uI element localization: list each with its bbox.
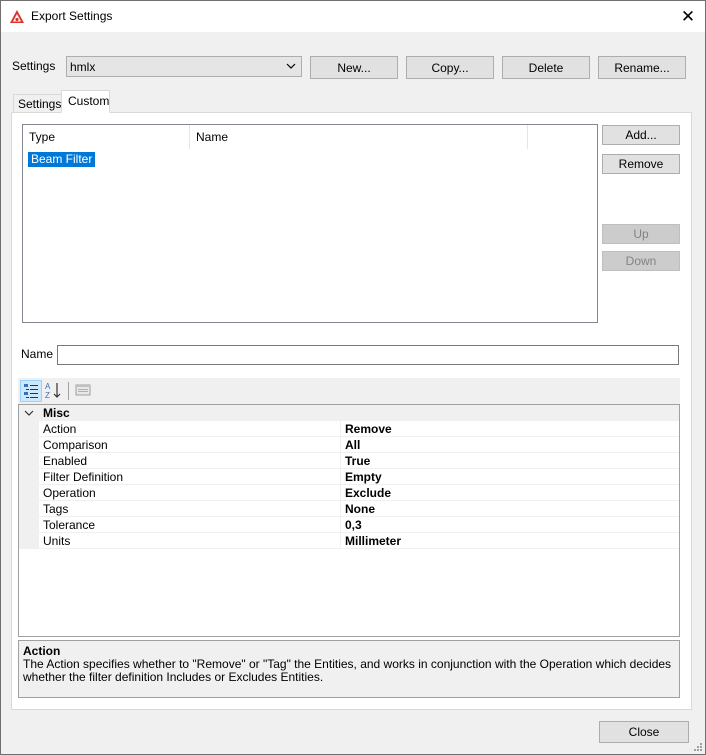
column-header-type[interactable]: Type xyxy=(23,125,190,149)
property-value[interactable]: Exclude xyxy=(345,486,391,500)
property-value[interactable]: All xyxy=(345,438,360,452)
property-grid: Misc Action Remove Comparison All Enable… xyxy=(18,404,680,637)
chevron-down-icon[interactable] xyxy=(23,407,35,419)
name-input[interactable] xyxy=(57,345,679,365)
svg-text:Z: Z xyxy=(45,391,50,400)
settings-selected-value: hmlx xyxy=(70,60,96,74)
property-row-units[interactable]: Units Millimeter xyxy=(19,533,679,549)
rename-button[interactable]: Rename... xyxy=(598,56,686,79)
name-label: Name xyxy=(21,347,54,361)
property-row-comparison[interactable]: Comparison All xyxy=(19,437,679,453)
delete-button[interactable]: Delete xyxy=(502,56,590,79)
property-description-pane: Action The Action specifies whether to "… xyxy=(18,640,680,698)
chevron-down-icon xyxy=(286,63,296,69)
category-row-misc[interactable]: Misc xyxy=(19,405,679,421)
property-name: Filter Definition xyxy=(43,470,124,484)
list-item-type: Beam Filter xyxy=(31,152,93,166)
property-name: Enabled xyxy=(43,454,88,468)
property-name: Action xyxy=(43,422,77,436)
category-label: Misc xyxy=(43,406,70,420)
property-name: Operation xyxy=(43,486,96,500)
property-pages-icon xyxy=(75,384,91,396)
property-value[interactable]: None xyxy=(345,502,375,516)
add-button[interactable]: Add... xyxy=(602,125,680,145)
close-window-button[interactable]: ✕ xyxy=(671,1,705,32)
alphabetical-sort-button[interactable]: A Z xyxy=(43,380,65,402)
list-item[interactable]: Beam Filter xyxy=(28,152,96,167)
new-button[interactable]: New... xyxy=(310,56,398,79)
property-value[interactable]: True xyxy=(345,454,370,468)
settings-dropdown[interactable]: hmlx xyxy=(66,56,302,77)
export-settings-window: Export Settings ✕ Settings hmlx New... C… xyxy=(0,0,706,755)
window-title: Export Settings xyxy=(31,9,113,23)
column-header-name[interactable]: Name xyxy=(190,125,528,149)
property-value[interactable]: Millimeter xyxy=(345,534,401,548)
svg-text:A: A xyxy=(45,382,51,391)
property-row-filter-definition[interactable]: Filter Definition Empty xyxy=(19,469,679,485)
app-logo-icon xyxy=(10,10,24,23)
alphabetical-sort-icon: A Z xyxy=(45,382,61,400)
property-name: Units xyxy=(43,534,71,548)
categorized-view-icon xyxy=(24,384,38,398)
property-row-action[interactable]: Action Remove xyxy=(19,421,679,437)
property-name: Tolerance xyxy=(43,518,96,532)
property-row-operation[interactable]: Operation Exclude xyxy=(19,485,679,501)
tab-custom[interactable]: Custom xyxy=(61,90,110,113)
property-value[interactable]: Remove xyxy=(345,422,392,436)
move-down-button[interactable]: Down xyxy=(602,251,680,271)
property-value[interactable]: Empty xyxy=(345,470,382,484)
property-row-enabled[interactable]: Enabled True xyxy=(19,453,679,469)
tab-settings[interactable]: Settings xyxy=(13,94,62,113)
title-bar: Export Settings ✕ xyxy=(1,1,705,32)
property-pages-button[interactable] xyxy=(73,380,95,402)
property-row-tolerance[interactable]: Tolerance 0,3 xyxy=(19,517,679,533)
toolbar-separator xyxy=(68,382,69,400)
remove-button[interactable]: Remove xyxy=(602,154,680,174)
description-title: Action xyxy=(23,644,61,658)
categorized-view-button[interactable] xyxy=(20,380,42,402)
property-value[interactable]: 0,3 xyxy=(345,518,362,532)
move-up-button[interactable]: Up xyxy=(602,224,680,244)
property-name: Tags xyxy=(43,502,69,516)
list-header: Type Name xyxy=(23,125,597,149)
resize-grip-icon[interactable] xyxy=(693,742,703,752)
filter-list[interactable]: Type Name Beam Filter xyxy=(22,124,598,323)
property-grid-toolbar: A Z xyxy=(18,378,680,404)
property-row-tags[interactable]: Tags None xyxy=(19,501,679,517)
description-text: The Action specifies whether to "Remove"… xyxy=(23,657,672,684)
copy-button[interactable]: Copy... xyxy=(406,56,494,79)
property-name: Comparison xyxy=(43,438,108,452)
close-button[interactable]: Close xyxy=(599,721,689,743)
settings-label: Settings xyxy=(12,59,56,73)
